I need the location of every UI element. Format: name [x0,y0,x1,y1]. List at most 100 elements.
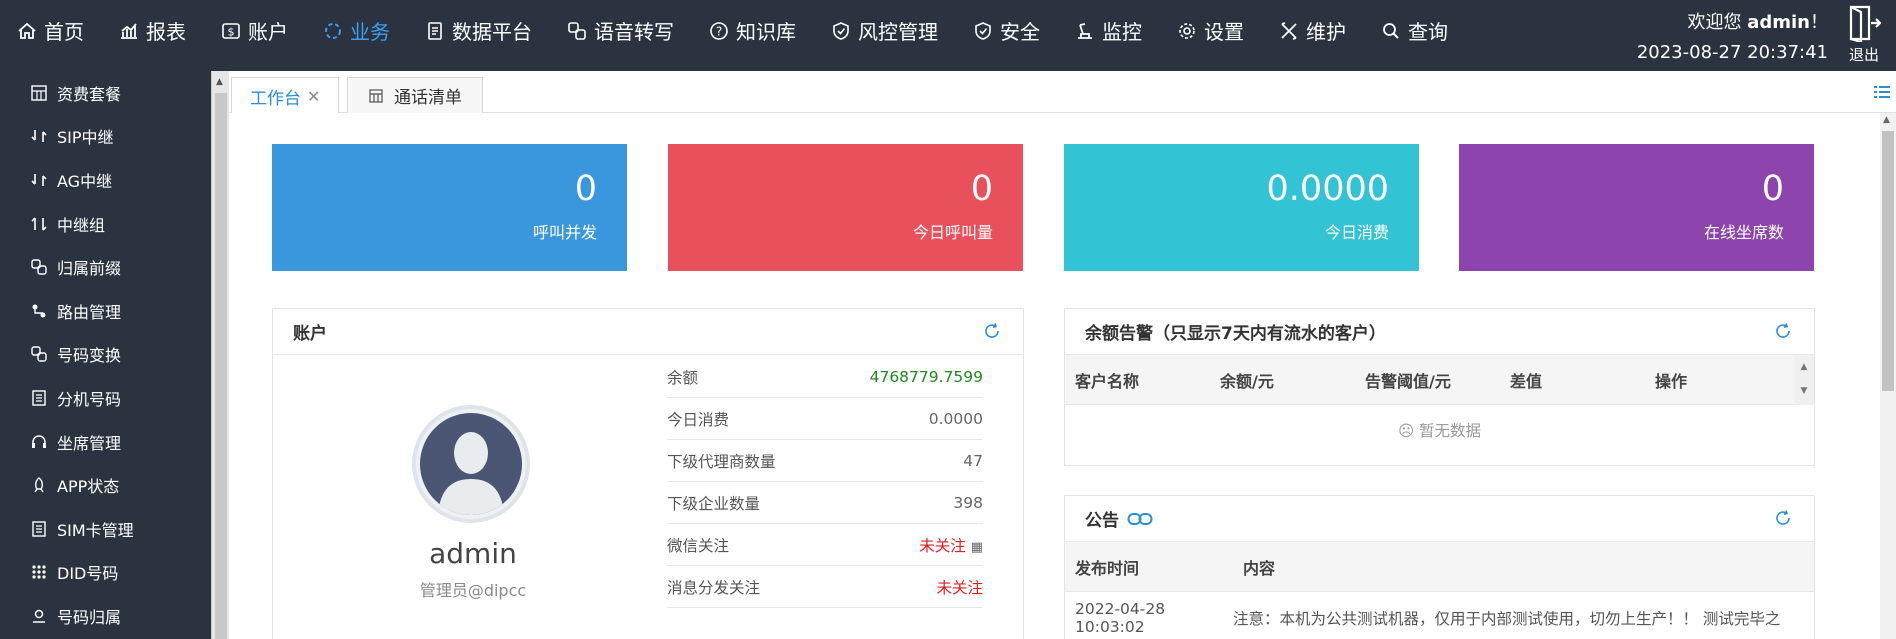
nav-item-11[interactable]: 维护 [1278,0,1346,61]
content-scrollbar[interactable]: ▲ [1880,113,1896,639]
nav-item-7[interactable]: 风控管理 [830,0,938,61]
sidebar-item-8[interactable]: 坐席管理 [0,420,211,464]
refresh-icon[interactable] [1774,322,1792,340]
tab-call-list-label: 通话清单 [394,88,462,108]
notice-table-header: 发布时间 内容 [1065,542,1814,592]
svg-text:$: $ [228,25,235,38]
sidebar-item-2[interactable]: AG中继 [0,158,211,202]
refresh-icon[interactable] [983,322,1001,340]
sidebar-scrollbar[interactable]: ▲ [211,71,229,639]
tools-icon [1278,20,1300,42]
column-header: 操作 [1655,371,1688,391]
nav-item-0[interactable]: 首页 [16,0,84,61]
sidebar-item-label: 路由管理 [57,302,122,322]
stat-label: 在线坐席数 [1703,223,1784,242]
stat-card-online-agents: 0 在线坐席数 [1459,144,1814,271]
column-header: 余额/元 [1220,371,1274,391]
headset-icon [30,433,48,451]
notice-title: 公告 [1085,511,1119,531]
account-row-label: 下级代理商数量 [667,452,776,471]
nav-item-label: 数据平台 [452,20,532,44]
sidebar-item-7[interactable]: 分机号码 [0,376,211,420]
sidebar-item-label: 坐席管理 [57,433,122,453]
table-row[interactable]: 2022-04-28 10:03:02 注意：本机为公共测试机器，仅用于内部测试… [1065,592,1814,639]
stat-card-concurrency: 0 呼叫并发 [272,144,627,271]
account-row-value: 398 [953,493,983,512]
main-nav: 首页 报表 $ 账户 业务 数据平台 语音转写? 知识库 风控管理 安全 监控 设置 维护 查询 [0,0,1482,61]
scroll-up-arrow-icon[interactable]: ▲ [1883,115,1890,125]
nav-item-label: 知识库 [736,20,796,44]
list-icon [30,389,48,407]
menu-icon[interactable] [1874,85,1890,99]
balance-alert-header: 余额告警（只显示7天内有流水的客户） [1065,309,1814,355]
account-role: 管理员@dipcc [419,581,527,600]
nav-item-6[interactable]: ? 知识库 [708,0,796,61]
account-panel-title: 账户 [293,324,327,344]
relay-icon [30,127,48,145]
avatar [412,405,530,523]
question-icon: ? [708,20,730,42]
sidebar-item-5[interactable]: 路由管理 [0,289,211,333]
nav-item-8[interactable]: 安全 [972,0,1040,61]
stat-label: 今日呼叫量 [912,223,993,242]
chart-icon [118,20,140,42]
stat-card-today-calls: 0 今日呼叫量 [668,144,1023,271]
nav-item-label: 首页 [44,20,84,44]
nav-item-label: 查询 [1408,20,1448,44]
nav-item-label: 账户 [248,20,288,44]
tab-workbench-label: 工作台 [250,88,301,109]
sidebar: 资费套餐 SIP中继 AG中继中继组归属前缀路由管理号码变换分机号码坐席管理 APP状… [0,71,211,639]
nav-item-4[interactable]: 数据平台 [424,0,532,61]
column-header: 发布时间 [1075,558,1140,578]
sidebar-item-10[interactable]: SIM卡管理 [0,507,211,551]
nav-item-3[interactable]: 业务 [322,0,390,61]
sidebar-item-1[interactable]: SIP中继 [0,115,211,159]
sidebar-item-3[interactable]: 中继组 [0,202,211,246]
sidebar-item-11[interactable]: DID号码 [0,551,211,595]
sidebar-item-6[interactable]: 号码变换 [0,333,211,377]
sidebar-item-12[interactable]: 号码归属 [0,594,211,638]
nav-item-12[interactable]: 查询 [1380,0,1448,61]
logout-button[interactable]: 退出 [1842,4,1886,65]
empty-state: ☹ 暂无数据 [1065,419,1814,441]
qr-code-icon[interactable]: ▦ [971,540,983,555]
sidebar-item-9[interactable]: APP状态 [0,463,211,507]
sidebar-item-0[interactable]: 资费套餐 [0,71,211,115]
home-icon [16,20,38,42]
sidebar-item-label: 号码变换 [57,346,122,366]
nav-item-label: 报表 [146,20,186,44]
notice-header: 公告 [1065,496,1814,542]
content-scrollbar-thumb[interactable] [1882,131,1894,391]
user-name: admin [1747,12,1810,33]
link-icon [30,345,48,363]
notice-content: 注意：本机为公共测试机器，仅用于内部测试使用，切勿上生产！！ 测试完毕之 [1233,609,1781,628]
shield-icon [972,20,994,42]
account-row-value: 4768779.7599 [869,367,983,386]
tab-call-list[interactable]: 通话清单 [347,77,483,113]
nav-item-1[interactable]: 报表 [118,0,186,61]
route-icon [30,302,48,320]
grid-icon [369,88,383,103]
tab-workbench[interactable]: 工作台 ✕ [231,77,340,114]
table-scrollbar[interactable]: ▲ ▼ [1794,355,1814,405]
nav-item-2[interactable]: $ 账户 [220,0,288,61]
nav-item-5[interactable]: 语音转写 [566,0,674,61]
account-row: 今日消费 0.0000 [667,398,983,440]
sidebar-scrollbar-thumb[interactable] [215,93,227,639]
close-icon[interactable]: ✕ [307,87,320,106]
search-icon [1380,20,1402,42]
sidebar-item-label: DID号码 [57,564,119,584]
scroll-up-arrow-icon[interactable]: ▲ [216,77,223,87]
column-header: 差值 [1510,371,1543,391]
monitor-icon [1074,20,1096,42]
nav-item-9[interactable]: 监控 [1074,0,1142,61]
sidebar-item-label: 中继组 [57,215,106,235]
nav-item-10[interactable]: 设置 [1176,0,1244,61]
link-icon[interactable] [1127,511,1153,527]
refresh-icon[interactable] [1774,509,1792,527]
grid-icon [30,84,48,102]
nav-item-label: 设置 [1204,20,1244,44]
account-row-value[interactable]: 未关注 [936,579,983,597]
sidebar-item-4[interactable]: 归属前缀 [0,245,211,289]
account-row-value[interactable]: 未关注 [919,537,966,555]
